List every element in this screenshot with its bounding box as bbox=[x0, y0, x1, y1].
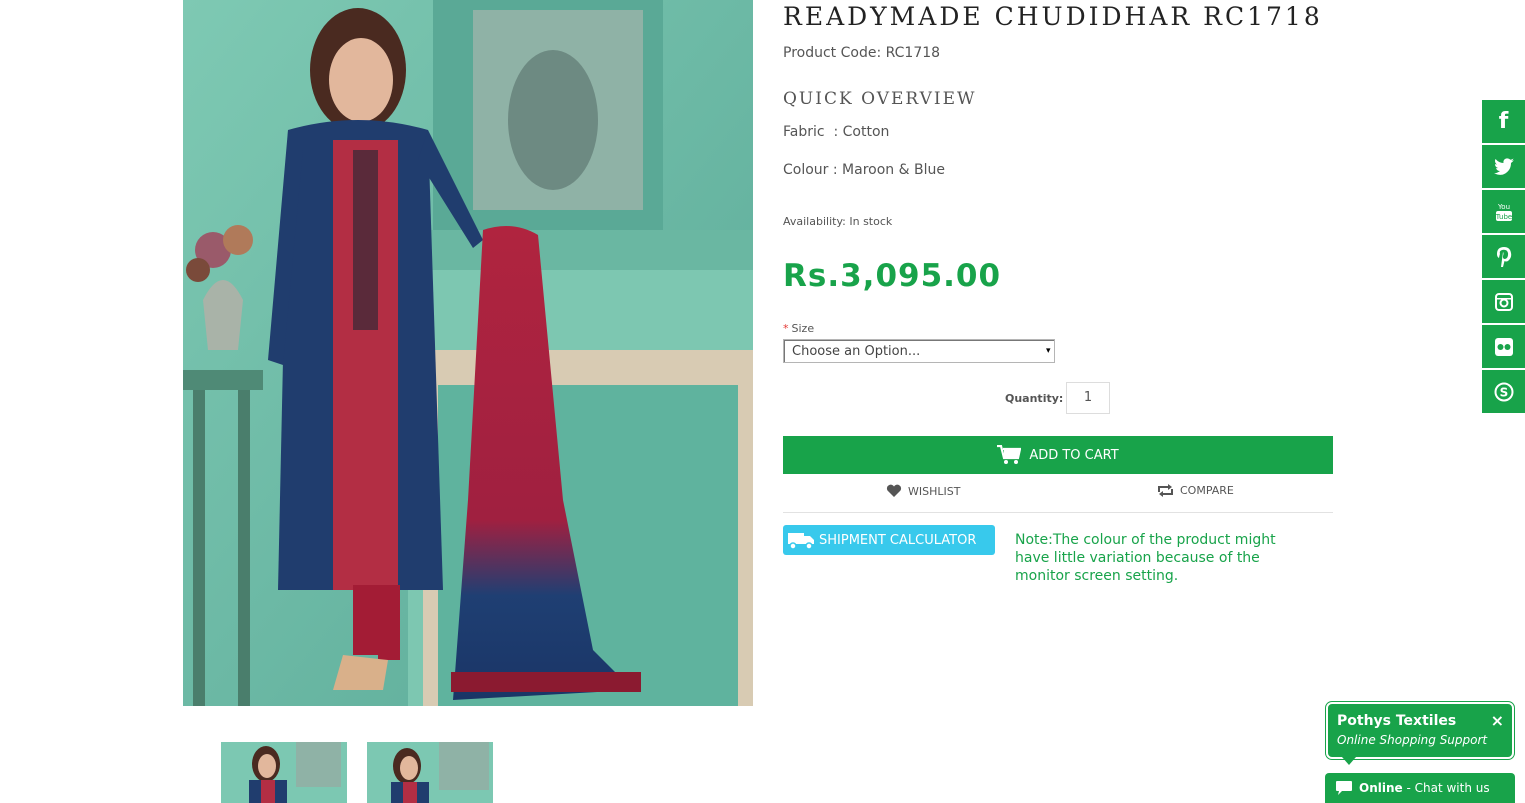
cart-icon bbox=[997, 445, 1022, 464]
chevron-down-icon: ▾ bbox=[1046, 346, 1051, 356]
pinterest-link[interactable] bbox=[1482, 235, 1525, 278]
chat-title: Pothys Textiles bbox=[1337, 713, 1457, 729]
svg-text:S: S bbox=[1499, 385, 1508, 399]
chat-bubble-icon bbox=[1336, 781, 1352, 795]
chat-status: Online bbox=[1359, 781, 1403, 795]
quantity-input[interactable]: 1 bbox=[1066, 382, 1110, 414]
product-photo bbox=[183, 0, 753, 706]
instagram-icon bbox=[1494, 292, 1513, 311]
add-to-cart-button[interactable]: ADD TO CART bbox=[783, 436, 1333, 474]
compare-label: COMPARE bbox=[1180, 484, 1234, 497]
quick-overview-heading: QUICK OVERVIEW bbox=[783, 89, 977, 109]
skype-link[interactable]: S bbox=[1482, 370, 1525, 413]
chat-bubble-tail bbox=[1342, 757, 1356, 765]
colour-spec: Colour : Maroon & Blue bbox=[783, 162, 945, 178]
instagram-link[interactable] bbox=[1482, 280, 1525, 323]
product-thumbnail-2[interactable] bbox=[367, 742, 493, 803]
compare-arrows-icon bbox=[1158, 484, 1173, 497]
divider bbox=[783, 512, 1333, 513]
chat-cta: - Chat with us bbox=[1402, 781, 1490, 795]
fabric-spec: Fabric : Cotton bbox=[783, 124, 890, 140]
chat-subtitle: Online Shopping Support bbox=[1337, 733, 1488, 747]
quantity-label: Quantity: bbox=[1005, 392, 1064, 405]
youtube-link[interactable]: You Tube bbox=[1482, 190, 1525, 233]
product-price: Rs.3,095.00 bbox=[783, 258, 1002, 294]
facebook-link[interactable]: f bbox=[1482, 100, 1525, 143]
add-to-cart-label: ADD TO CART bbox=[1029, 447, 1119, 463]
product-main-image[interactable] bbox=[183, 0, 753, 706]
flickr-link[interactable] bbox=[1482, 325, 1525, 368]
chat-launcher-bar[interactable]: Online - Chat with us bbox=[1325, 773, 1515, 803]
product-thumbnail-1[interactable] bbox=[221, 742, 347, 803]
chat-status-text: Online - Chat with us bbox=[1359, 781, 1490, 795]
compare-link[interactable]: COMPARE bbox=[1157, 484, 1234, 497]
twitter-link[interactable] bbox=[1482, 145, 1525, 188]
truck-icon bbox=[788, 533, 814, 550]
size-label: * Size bbox=[783, 322, 814, 335]
shipment-calculator-label: SHIPMENT CALCULATOR bbox=[819, 532, 977, 548]
close-icon[interactable]: × bbox=[1491, 711, 1504, 730]
flickr-icon bbox=[1494, 337, 1513, 356]
size-select[interactable]: Choose an Option... ▾ bbox=[783, 339, 1055, 363]
availability-status: Availability: In stock bbox=[783, 215, 893, 228]
facebook-icon: f bbox=[1498, 109, 1509, 134]
twitter-icon bbox=[1493, 158, 1514, 175]
svg-text:Tube: Tube bbox=[1495, 213, 1512, 221]
youtube-icon: You Tube bbox=[1495, 203, 1512, 221]
heart-icon bbox=[886, 484, 902, 497]
product-title: READYMADE CHUDIDHAR RC1718 bbox=[783, 2, 1323, 31]
chat-greeting-bubble[interactable]: Pothys Textiles Online Shopping Support … bbox=[1325, 701, 1515, 760]
size-label-text: Size bbox=[791, 322, 815, 335]
colour-variation-note: Note:The colour of the product might hav… bbox=[1015, 532, 1276, 584]
svg-text:You: You bbox=[1496, 203, 1509, 211]
size-select-value: Choose an Option... bbox=[792, 344, 921, 359]
product-code: Product Code: RC1718 bbox=[783, 45, 941, 61]
wishlist-label: WISHLIST bbox=[908, 484, 961, 498]
thumbnail-photo bbox=[221, 742, 347, 803]
skype-icon: S bbox=[1494, 382, 1513, 401]
shipment-calculator-button[interactable]: SHIPMENT CALCULATOR bbox=[783, 525, 995, 555]
thumbnail-photo bbox=[367, 742, 493, 803]
required-marker: * bbox=[783, 322, 789, 335]
wishlist-link[interactable]: WISHLIST bbox=[886, 484, 960, 498]
pinterest-icon bbox=[1496, 246, 1511, 267]
